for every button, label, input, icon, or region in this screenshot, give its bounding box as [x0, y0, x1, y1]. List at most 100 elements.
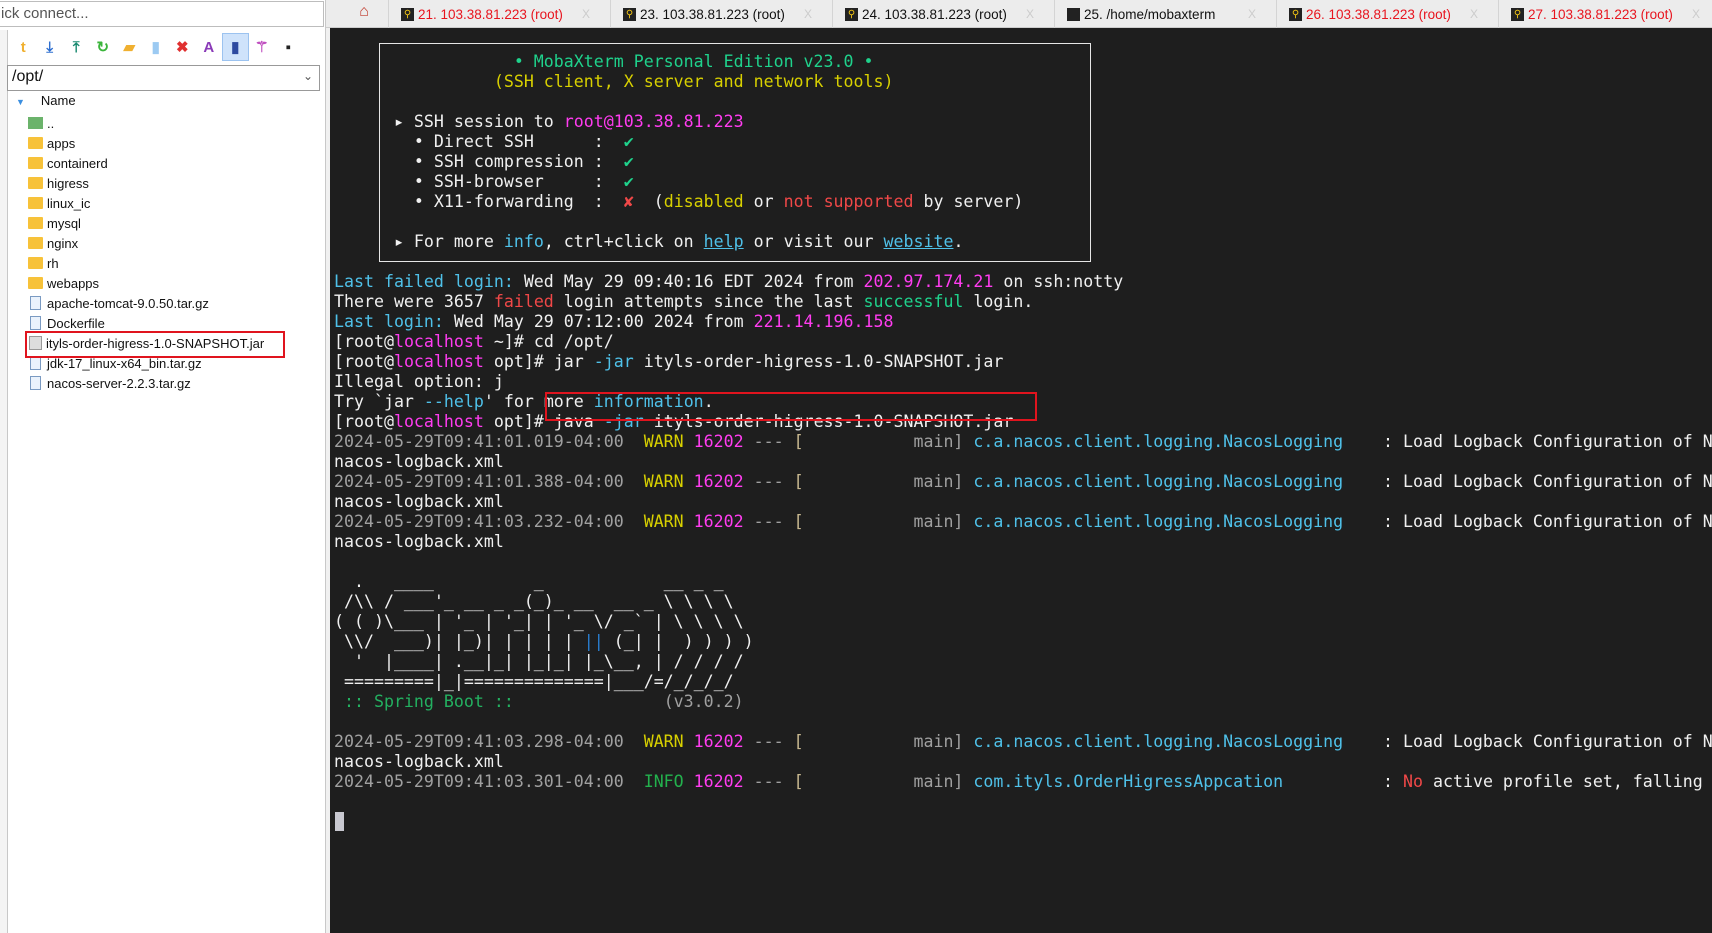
session-tab[interactable]: 25. /home/mobaxterm X — [1054, 0, 1276, 28]
terminal[interactable]: • MobaXterm Personal Edition v23.0 • (SS… — [330, 28, 1712, 933]
terminal-text: c.a.nacos.client.logging.NacosLogging — [973, 432, 1344, 451]
path-select[interactable]: /opt/ ⌄ — [7, 65, 320, 91]
home-tab-icon[interactable]: ⌂ — [350, 3, 378, 25]
chevron-down-icon[interactable]: ⌄ — [303, 69, 313, 83]
file-list-item[interactable]: nacos-server-2.2.3.tar.gz — [28, 373, 264, 393]
terminal-line: Last failed login: Wed May 29 09:40:16 E… — [334, 272, 1712, 292]
session-tab[interactable]: ⚲ 21. 103.38.81.223 (root) X — [388, 0, 610, 28]
refresh-icon[interactable]: ↻ — [90, 33, 117, 61]
terminal-text: ityls-order-higress-1.0-SNAPSHOT.jar — [633, 352, 1004, 371]
file-name: linux_ic — [47, 195, 91, 211]
file-list-item[interactable]: apache-tomcat-9.0.50.tar.gz — [28, 293, 264, 313]
terminal-line: • MobaXterm Personal Edition v23.0 • — [334, 52, 1712, 72]
file-icon — [30, 316, 41, 330]
terminal-line: • SSH-browser : ✔ — [334, 172, 1712, 192]
terminal-line: ( ( )\___ | '_ | '_| | '_ \/ _` | \ \ \ … — [334, 612, 1712, 632]
terminal-text: 16202 — [683, 512, 744, 531]
terminal-text: 221.14.196.158 — [753, 312, 894, 331]
terminal-text: WARN — [643, 472, 684, 491]
close-tab-icon[interactable]: X — [804, 7, 812, 21]
terminal-text: ▸ For more — [334, 232, 504, 251]
file-list-item[interactable]: Dockerfile — [28, 313, 264, 333]
terminal-text: • Direct SSH : — [334, 132, 624, 151]
file-name: .. — [47, 115, 55, 131]
close-tab-icon[interactable]: X — [1470, 7, 1478, 21]
file-list-item[interactable]: nginx — [28, 233, 264, 253]
quick-connect-input[interactable]: ick connect... — [0, 1, 324, 27]
terminal-text: 2024-05-29T09:41:01.388-04:00 — [334, 472, 644, 491]
file-list-item[interactable]: higress — [28, 173, 264, 193]
terminal-text: ~]# cd /opt/ — [483, 332, 614, 351]
terminal-line: Illegal option: j — [334, 372, 1712, 392]
terminal-text: info — [503, 232, 544, 251]
terminal-text: on ssh:notty — [993, 272, 1124, 291]
close-tab-icon[interactable]: X — [1026, 7, 1034, 21]
terminal-line: . ____ _ __ _ _ — [334, 572, 1712, 592]
close-tab-icon[interactable]: X — [1692, 7, 1700, 21]
session-tab[interactable]: ⚲ 23. 103.38.81.223 (root) X — [610, 0, 832, 28]
terminal-text: . — [953, 232, 964, 251]
file-list-item[interactable]: linux_ic — [28, 193, 264, 213]
folder-icon — [28, 237, 43, 249]
upload-icon[interactable]: ⤒ — [63, 33, 90, 61]
key-icon: ⚲ — [1289, 7, 1302, 21]
terminal-link[interactable]: help — [704, 232, 744, 251]
file-list-item[interactable]: mysql — [28, 213, 264, 233]
terminal-text: active profile set, falling — [1423, 772, 1703, 791]
file-name: nacos-server-2.2.3.tar.gz — [47, 375, 191, 391]
terminal-cursor — [335, 812, 344, 831]
terminal-text: [root@ — [334, 352, 394, 371]
session-tab[interactable]: ⚲ 27. 103.38.81.223 (root) X — [1498, 0, 1712, 28]
file-list-item[interactable]: containerd — [28, 153, 264, 173]
terminal-text: ( ( )\___ | '_ | '_| | '_ \/ _` | \ \ \ … — [334, 612, 744, 631]
terminal-text: 202.97.174.21 — [863, 272, 994, 291]
session-tab-bar: ⌂ ⚲ 21. 103.38.81.223 (root) X ⚲ 23. 103.38.… — [326, 0, 1712, 28]
terminal-text: : Load Logback Configuration of N — [1343, 512, 1712, 531]
terminal-line: There were 3657 failed login attempts si… — [334, 292, 1712, 312]
terminal-text: root@103.38.81.223 — [563, 112, 744, 131]
terminal-text: ✔ — [623, 172, 634, 191]
column-header-name[interactable]: ▼ Name — [16, 93, 76, 108]
terminal-icon[interactable]: ▪ — [275, 33, 302, 61]
terminal-text: =========|_|==============|___/=/_/_/_/ — [334, 672, 734, 691]
download-icon[interactable]: ⤓ — [37, 33, 64, 61]
tab-label: 24. 103.38.81.223 (root) — [862, 6, 1007, 22]
terminal-link[interactable]: website — [884, 232, 954, 251]
show-hidden-icon[interactable]: ▮ — [222, 33, 249, 61]
close-tab-icon[interactable]: X — [582, 7, 590, 21]
new-file-icon[interactable]: ▮ — [143, 33, 170, 61]
close-tab-icon[interactable]: X — [1248, 7, 1256, 21]
session-tab[interactable]: ⚲ 26. 103.38.81.223 (root) X — [1276, 0, 1498, 28]
terminal-text: No — [1403, 772, 1423, 791]
terminal-text: ✔ — [623, 132, 634, 151]
magic-wand-icon[interactable]: ⚚ — [249, 33, 276, 61]
terminal-text: main] — [803, 772, 974, 791]
terminal-text: disabled — [663, 192, 744, 211]
file-list-item[interactable]: .. — [28, 113, 264, 133]
terminal-text: 16202 — [683, 772, 744, 791]
terminal-line: nacos-logback.xml — [334, 492, 1712, 512]
terminal-line: 2024-05-29T09:41:01.019-04:00 WARN 16202… — [334, 432, 1712, 452]
terminal-text: : Load Logback Configuration of N — [1343, 432, 1712, 451]
terminal-text: 16202 — [683, 732, 744, 751]
new-folder-icon[interactable]: ▰ — [116, 33, 143, 61]
file-list-item[interactable]: webapps — [28, 273, 264, 293]
file-name: rh — [47, 255, 59, 271]
file-icon — [30, 376, 41, 390]
delete-icon[interactable]: ✖ — [169, 33, 196, 61]
session-tab[interactable]: ⚲ 24. 103.38.81.223 (root) X — [832, 0, 1054, 28]
terminal-text: . ____ _ __ _ _ — [334, 572, 724, 591]
terminal-line: \\/ ___)| |_)| | | | | || (_| | ) ) ) ) — [334, 632, 1712, 652]
terminal-text: nacos-logback.xml — [334, 532, 504, 551]
highlight-box-jar — [25, 331, 285, 358]
parent-folder-icon[interactable]: t — [10, 33, 37, 61]
terminal-text: login. — [963, 292, 1034, 311]
file-list-item[interactable]: apps — [28, 133, 264, 153]
file-list-item[interactable]: rh — [28, 253, 264, 273]
terminal-line: nacos-logback.xml — [334, 752, 1712, 772]
terminal-line: 2024-05-29T09:41:03.298-04:00 WARN 16202… — [334, 732, 1712, 752]
rename-icon[interactable]: A — [196, 33, 223, 61]
terminal-line: • SSH compression : ✔ — [334, 152, 1712, 172]
